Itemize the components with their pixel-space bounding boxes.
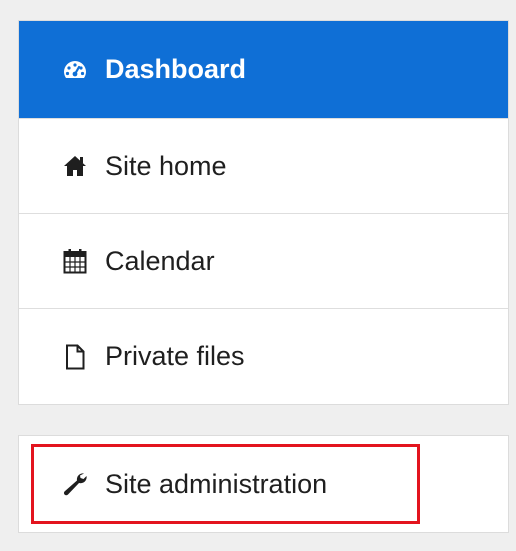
- file-icon: [57, 342, 93, 372]
- nav-item-site-administration[interactable]: Site administration: [19, 436, 508, 532]
- wrench-icon: [57, 469, 93, 499]
- nav-item-label: Dashboard: [105, 54, 247, 84]
- nav-item-label: Site administration: [105, 468, 328, 499]
- nav-item-label: Site home: [105, 150, 227, 181]
- calendar-icon: [57, 246, 93, 276]
- nav-item-label: Private files: [105, 341, 245, 371]
- home-icon: [57, 151, 93, 181]
- nav-item-site-home[interactable]: Site home: [19, 119, 508, 214]
- main-navigation: Dashboard Site home Calendar Private fil…: [18, 20, 509, 405]
- nav-item-dashboard[interactable]: Dashboard: [19, 21, 508, 119]
- nav-item-calendar[interactable]: Calendar: [19, 214, 508, 309]
- nav-item-label: Calendar: [105, 245, 215, 276]
- tachometer-icon: [57, 55, 93, 85]
- admin-navigation: Site administration: [18, 435, 509, 533]
- nav-item-private-files[interactable]: Private files: [19, 309, 508, 404]
